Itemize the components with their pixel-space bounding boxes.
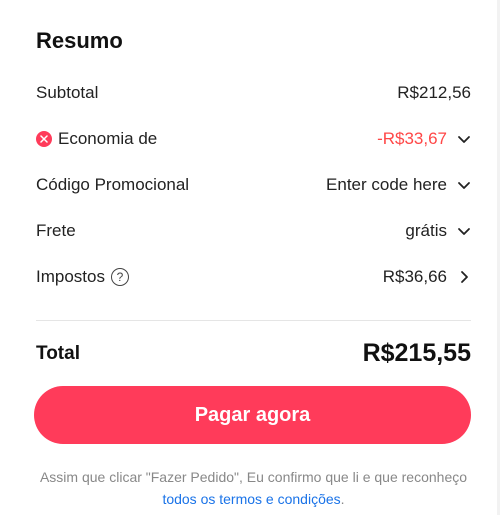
help-circle-icon[interactable]: ? — [110, 268, 129, 286]
economy-value-wrap[interactable]: -R$33,67 — [377, 129, 471, 149]
taxes-row[interactable]: Impostos ? R$36,66 — [36, 254, 471, 300]
chevron-down-icon[interactable] — [457, 132, 471, 146]
taxes-label: Impostos — [36, 267, 105, 286]
savings-icon — [36, 131, 52, 147]
order-summary-panel: Resumo Subtotal R$212,56 Economia de -R$… — [0, 0, 497, 515]
total-row: Total R$215,55 — [36, 339, 471, 368]
disclaimer-end: . — [340, 491, 345, 507]
subtotal-label-wrap: Subtotal — [36, 83, 98, 103]
chevron-right-icon[interactable] — [457, 270, 471, 284]
chevron-down-icon[interactable] — [457, 224, 471, 238]
pay-now-button[interactable]: Pagar agora — [34, 386, 471, 444]
taxes-value: R$36,66 — [382, 267, 447, 286]
summary-title: Resumo — [36, 28, 123, 53]
economy-label-wrap: Economia de — [36, 129, 157, 149]
subtotal-row: Subtotal R$212,56 — [36, 70, 471, 116]
shipping-row[interactable]: Frete grátis — [36, 208, 471, 254]
shipping-label: Frete — [36, 221, 76, 240]
promo-value[interactable]: Enter code here — [326, 175, 447, 195]
taxes-value-wrap[interactable]: R$36,66 — [383, 267, 471, 287]
subtotal-value-wrap: R$212,56 — [397, 83, 471, 103]
total-label: Total — [36, 342, 80, 364]
shipping-label-wrap: Frete — [36, 221, 76, 241]
economy-value: -R$33,67 — [377, 129, 447, 148]
help-glyph: ? — [116, 270, 124, 284]
shipping-value: grátis — [405, 221, 447, 240]
summary-divider — [36, 320, 471, 321]
disclaimer: Assim que clicar "Fazer Pedido", Eu conf… — [36, 466, 471, 510]
subtotal-label: Subtotal — [36, 83, 99, 102]
taxes-label-wrap: Impostos ? — [36, 267, 129, 287]
total-value: R$215,55 — [362, 339, 471, 367]
promo-label-wrap: Código Promocional — [36, 175, 189, 195]
promo-row[interactable]: Código Promocional Enter code here — [36, 162, 471, 208]
shipping-value-wrap[interactable]: grátis — [405, 221, 471, 241]
chevron-down-icon[interactable] — [457, 178, 471, 192]
economy-row[interactable]: Economia de -R$33,67 — [36, 116, 471, 162]
promo-label: Código Promocional — [36, 175, 190, 194]
promo-value-wrap[interactable]: Enter code here — [326, 175, 471, 195]
terms-link[interactable]: todos os termos e condições — [162, 491, 340, 507]
subtotal-value: R$212,56 — [397, 83, 471, 102]
economy-label: Economia de — [58, 129, 158, 148]
disclaimer-text: Assim que clicar "Fazer Pedido", Eu conf… — [39, 469, 468, 485]
